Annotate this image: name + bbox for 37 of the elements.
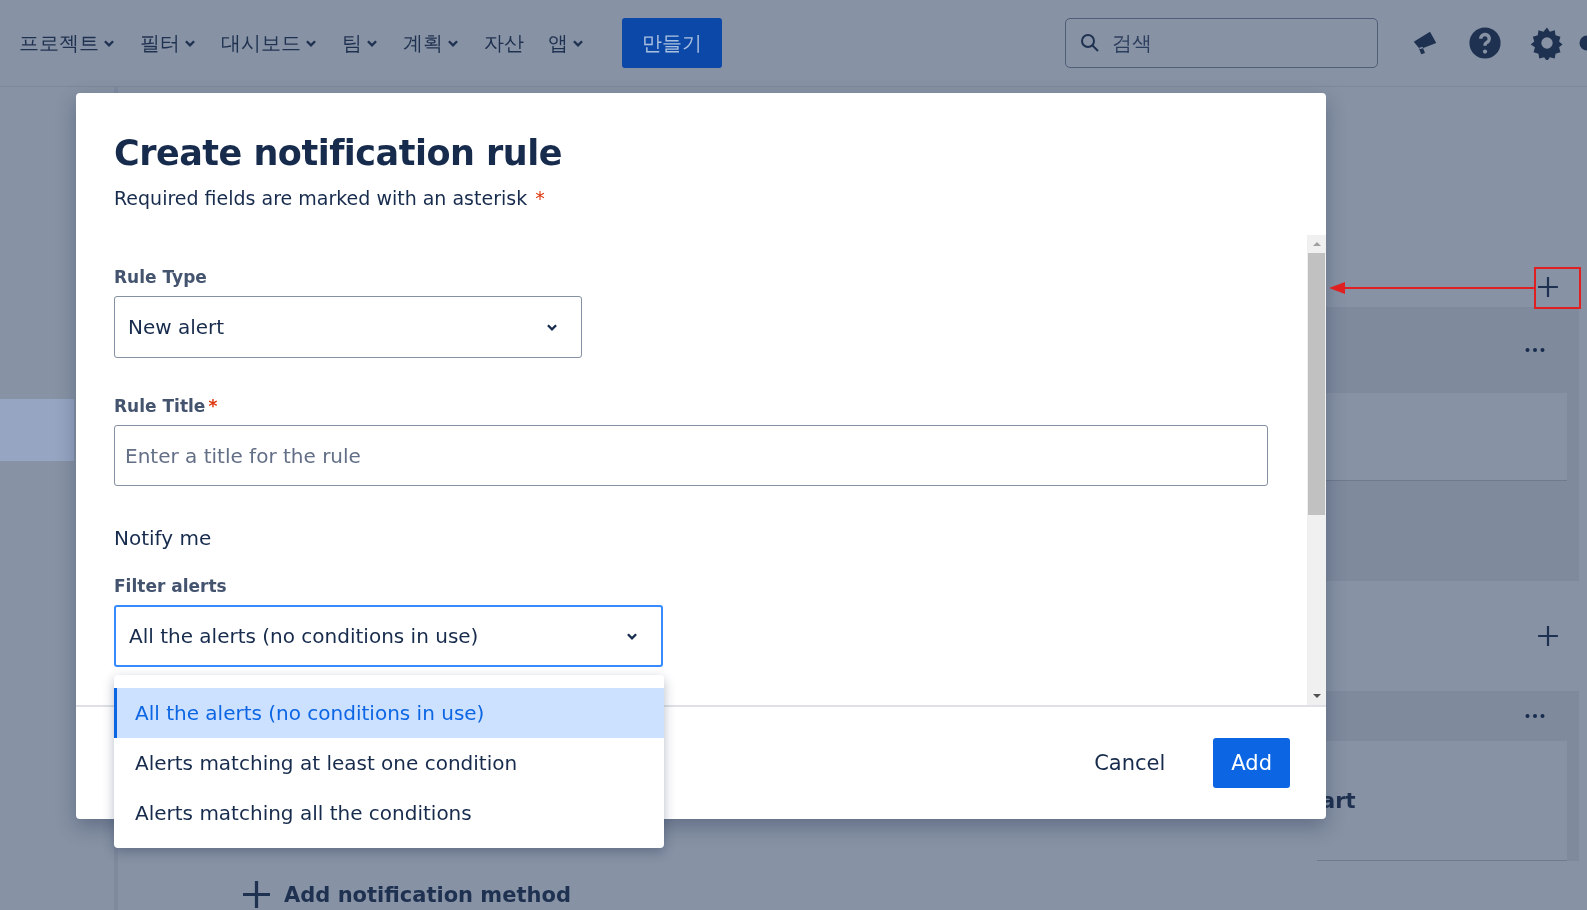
text-field[interactable]: Enter a title for the rule [114,425,1268,486]
required-note: Required fields are marked with an asterisk [114,187,528,209]
select-field[interactable]: All the alerts (no conditions in use) [114,605,663,667]
nav-menu-item[interactable]: 대시보드 [212,23,327,63]
nav-menu-item[interactable]: 자산 [475,23,533,63]
menu-option[interactable]: Alerts matching all the conditions [114,788,664,838]
nav-menu-item[interactable]: 팀 [333,23,388,63]
field-label: Rule Type [114,267,207,287]
dialog-title: Create notification rule [114,133,564,173]
nav-menu-item[interactable]: 계획 [394,23,469,63]
more-icon[interactable] [1525,713,1545,719]
scroll-up-icon[interactable] [1311,241,1322,247]
search-field[interactable]: 검색 [1065,18,1378,68]
cancel-button[interactable]: Cancel [1076,738,1184,788]
plus-icon[interactable] [1537,625,1559,647]
scroll-down-icon[interactable] [1311,693,1322,699]
add-notification-method-button[interactable]: Add notification method [243,881,571,910]
add-button[interactable]: Add [1213,738,1290,788]
required-asterisk: * [208,396,218,416]
nav-menu-item[interactable]: 앱 [539,23,594,63]
plus-icon [243,881,270,908]
menu-option[interactable]: All the alerts (no conditions in use) [114,688,664,738]
menu-option[interactable]: Alerts matching at least one condition [114,738,664,788]
settings-icon[interactable] [1530,26,1564,60]
nav-menu-item[interactable]: 프로젝트 [10,23,125,63]
required-asterisk: * [535,187,545,209]
help-icon[interactable] [1468,26,1502,60]
scrollbar[interactable] [1307,235,1326,705]
more-icon[interactable] [1525,347,1545,353]
field-label: Rule Title [114,396,206,416]
section-heading: Notify me [114,526,213,550]
nav-menu-item[interactable]: 필터 [131,23,206,63]
plus-icon[interactable] [1537,276,1559,298]
field-label: Filter alerts [114,576,227,596]
search-icon [1080,33,1100,53]
select-field[interactable]: New alert [114,296,582,358]
create-button[interactable]: 만들기 [622,18,722,68]
